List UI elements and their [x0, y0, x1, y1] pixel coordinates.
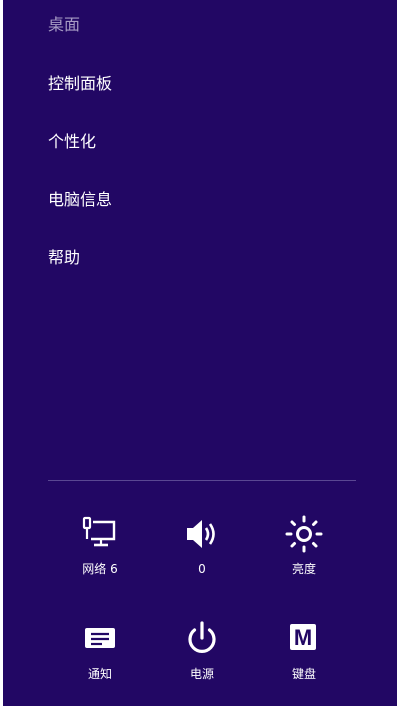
- keyboard-layout-glyph: M: [290, 624, 316, 650]
- volume-tile[interactable]: 0: [162, 514, 242, 590]
- volume-label: 0: [198, 562, 206, 576]
- brightness-tile[interactable]: 亮度: [264, 514, 344, 590]
- power-label: 电源: [189, 667, 214, 681]
- network-icon: [82, 516, 116, 547]
- menu-item-pc-info[interactable]: 电脑信息: [48, 189, 112, 211]
- keyboard-icon: M: [284, 619, 324, 659]
- notifications-icon: [85, 628, 115, 648]
- keyboard-tile[interactable]: M 键盘: [264, 619, 344, 695]
- menu-item-control-panel[interactable]: 控制面板: [48, 73, 112, 95]
- brightness-icon: [285, 515, 323, 553]
- brightness-label: 亮度: [291, 562, 316, 576]
- menu-item-desktop[interactable]: 桌面: [48, 14, 80, 36]
- notifications-label: 通知: [87, 667, 112, 681]
- power-icon: [188, 621, 216, 653]
- network-label: 网络 6: [82, 562, 118, 576]
- power-tile[interactable]: 电源: [162, 619, 242, 695]
- keyboard-label: 键盘: [291, 667, 316, 681]
- volume-icon: [187, 520, 215, 548]
- divider: [48, 480, 356, 481]
- network-tile[interactable]: 网络 6: [60, 514, 140, 590]
- settings-charm-panel: 桌面 控制面板 个性化 电脑信息 帮助 网络 6 0 亮度 通知 电源 M 键盘: [3, 0, 397, 706]
- menu-item-personalization[interactable]: 个性化: [48, 131, 96, 153]
- notifications-tile[interactable]: 通知: [60, 619, 140, 695]
- menu-item-help[interactable]: 帮助: [48, 247, 80, 269]
